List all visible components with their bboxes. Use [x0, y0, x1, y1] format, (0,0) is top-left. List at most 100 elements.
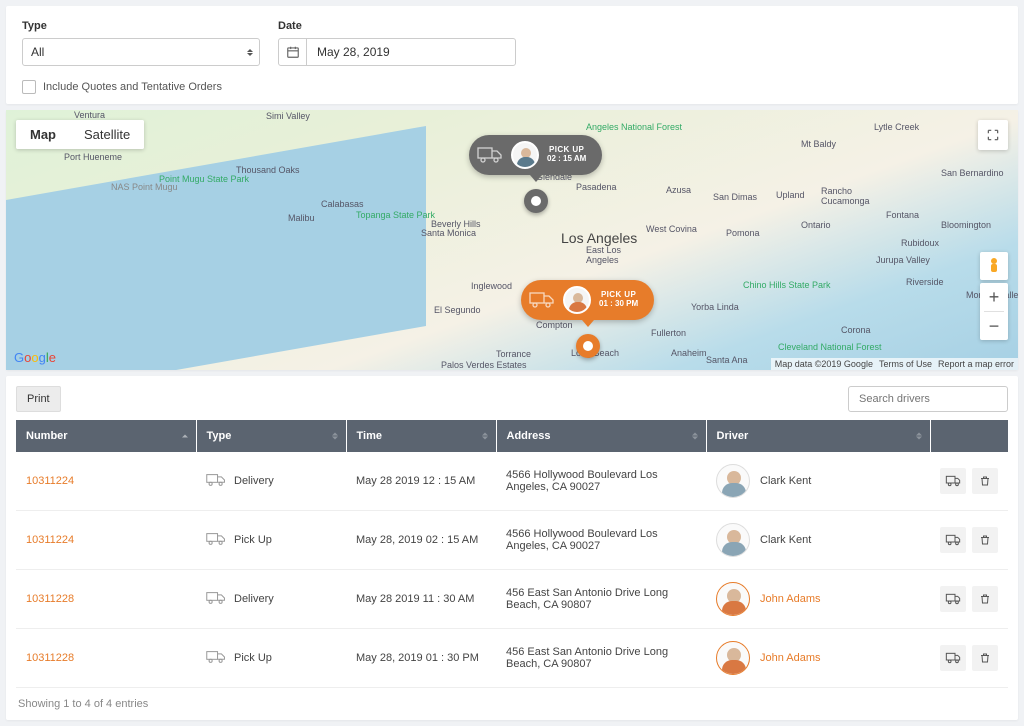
- map-terms-link[interactable]: Terms of Use: [879, 359, 932, 369]
- address-text: 4566 Hollywood Boulevard Los Angeles, CA…: [496, 452, 706, 511]
- driver-name[interactable]: John Adams: [760, 652, 821, 664]
- map-city: Port Hueneme: [64, 152, 122, 162]
- map-city: Anaheim: [671, 348, 707, 358]
- search-drivers-input[interactable]: [848, 386, 1008, 412]
- order-number-link[interactable]: 10311228: [26, 652, 74, 664]
- map-city: Upland: [776, 190, 805, 200]
- map-report-link[interactable]: Report a map error: [938, 359, 1014, 369]
- map-city: Ventura: [74, 110, 105, 120]
- delete-action-button[interactable]: [972, 527, 998, 553]
- address-text: 456 East San Antonio Drive Long Beach, C…: [496, 570, 706, 629]
- map-city: San Bernardino: [941, 168, 1004, 178]
- map-data-text: Map data ©2019 Google: [775, 359, 873, 369]
- delete-action-button[interactable]: [972, 586, 998, 612]
- table-panel: Print Number Type Time Address Driver 10…: [6, 376, 1018, 720]
- truck-icon: [206, 591, 226, 608]
- type-text: Delivery: [234, 593, 274, 605]
- truck-icon: [529, 291, 555, 309]
- map-city: Rancho Cucamonga: [821, 186, 870, 206]
- truck-icon: [477, 146, 503, 164]
- date-value: May 28, 2019: [307, 45, 400, 59]
- map-marker[interactable]: [524, 189, 548, 213]
- delete-action-button[interactable]: [972, 645, 998, 671]
- calendar-icon: [279, 39, 307, 65]
- map-park: Cleveland National Forest: [778, 342, 882, 352]
- map-city: Rubidoux: [901, 238, 939, 248]
- map-tooltip: PICK UP 02 : 15 AM: [469, 135, 602, 175]
- map-city: Jurupa Valley: [876, 255, 930, 265]
- map-city: Corona: [841, 325, 871, 335]
- delete-action-button[interactable]: [972, 468, 998, 494]
- type-select-value: All: [31, 45, 44, 59]
- dropdown-icon: [247, 49, 253, 56]
- order-number-link[interactable]: 10311224: [26, 475, 74, 487]
- type-text: Pick Up: [234, 652, 272, 664]
- drivers-table: Number Type Time Address Driver 10311224…: [16, 420, 1008, 688]
- map-city: Ontario: [801, 220, 831, 230]
- driver-name: Clark Kent: [760, 475, 811, 487]
- map-tab[interactable]: Map: [16, 120, 70, 149]
- order-number-link[interactable]: 10311224: [26, 534, 74, 546]
- map-city: Palos Verdes Estates: [441, 360, 527, 370]
- col-number[interactable]: Number: [16, 420, 196, 452]
- type-select[interactable]: All: [22, 38, 260, 66]
- zoom-in-button[interactable]: +: [980, 283, 1008, 311]
- map-city: Fullerton: [651, 328, 686, 338]
- table-row: 10311224 Delivery May 28 2019 12 : 15 AM45…: [16, 452, 1008, 511]
- satellite-tab[interactable]: Satellite: [70, 120, 144, 149]
- driver-name: Clark Kent: [760, 534, 811, 546]
- type-filter-label: Type: [22, 20, 260, 32]
- truck-icon: [206, 650, 226, 667]
- order-number-link[interactable]: 10311228: [26, 593, 74, 605]
- map-tooltip: PICK UP 01 : 30 PM: [521, 280, 654, 320]
- col-driver[interactable]: Driver: [706, 420, 930, 452]
- map-city: Inglewood: [471, 281, 512, 291]
- map-city: Calabasas: [321, 199, 364, 209]
- col-address[interactable]: Address: [496, 420, 706, 452]
- route-action-button[interactable]: [940, 586, 966, 612]
- route-action-button[interactable]: [940, 468, 966, 494]
- table-row: 10311228DeliveryMay 28 2019 11 : 30 AM45…: [16, 570, 1008, 629]
- type-text: Delivery: [234, 475, 274, 487]
- map-pin-pickup-2[interactable]: PICK UP 01 : 30 PM: [521, 280, 654, 358]
- table-row: 10311228Pick UpMay 28, 2019 01 : 30 PM45…: [16, 629, 1008, 688]
- map-canvas[interactable]: Los Angeles Simi Valley Thousand Oaks Sa…: [6, 110, 1018, 370]
- route-action-button[interactable]: [940, 645, 966, 671]
- driver-avatar: [716, 641, 750, 675]
- col-time[interactable]: Time: [346, 420, 496, 452]
- map-city: Malibu: [288, 213, 315, 223]
- map-park: Chino Hills State Park: [743, 280, 831, 290]
- pin-time: 02 : 15 AM: [547, 155, 586, 164]
- col-actions: [930, 420, 1008, 452]
- route-action-button[interactable]: [940, 527, 966, 553]
- time-text: May 28 2019 12 : 15 AM: [346, 452, 496, 511]
- map-city: Lytle Creek: [874, 122, 919, 132]
- time-text: May 28, 2019 02 : 15 AM: [346, 511, 496, 570]
- driver-name[interactable]: John Adams: [760, 593, 821, 605]
- map-marker[interactable]: [576, 334, 600, 358]
- driver-avatar: [511, 141, 539, 169]
- include-quotes-checkbox[interactable]: [22, 80, 36, 94]
- truck-icon: [206, 532, 226, 549]
- street-view-pegman[interactable]: [980, 252, 1008, 280]
- table-row: 10311224Pick UpMay 28, 2019 02 : 15 AM45…: [16, 511, 1008, 570]
- date-picker[interactable]: May 28, 2019: [278, 38, 516, 66]
- map-pin-pickup-1[interactable]: PICK UP 02 : 15 AM: [469, 135, 602, 213]
- print-button[interactable]: Print: [16, 386, 61, 412]
- fullscreen-button[interactable]: [978, 120, 1008, 150]
- map-attribution: Map data ©2019 Google Terms of Use Repor…: [771, 358, 1018, 370]
- table-footer: Showing 1 to 4 of 4 entries: [16, 698, 1008, 710]
- address-text: 4566 Hollywood Boulevard Los Angeles, CA…: [496, 511, 706, 570]
- driver-avatar: [563, 286, 591, 314]
- map-city: Simi Valley: [266, 111, 310, 121]
- include-quotes-label: Include Quotes and Tentative Orders: [43, 81, 222, 93]
- map-city-la: Los Angeles: [561, 230, 637, 246]
- driver-avatar: [716, 523, 750, 557]
- zoom-out-button[interactable]: −: [980, 312, 1008, 340]
- address-text: 456 East San Antonio Drive Long Beach, C…: [496, 629, 706, 688]
- map-panel: Los Angeles Simi Valley Thousand Oaks Sa…: [6, 110, 1018, 370]
- driver-avatar: [716, 582, 750, 616]
- map-city: Santa Ana: [706, 355, 748, 365]
- col-type[interactable]: Type: [196, 420, 346, 452]
- map-city: Azusa: [666, 185, 691, 195]
